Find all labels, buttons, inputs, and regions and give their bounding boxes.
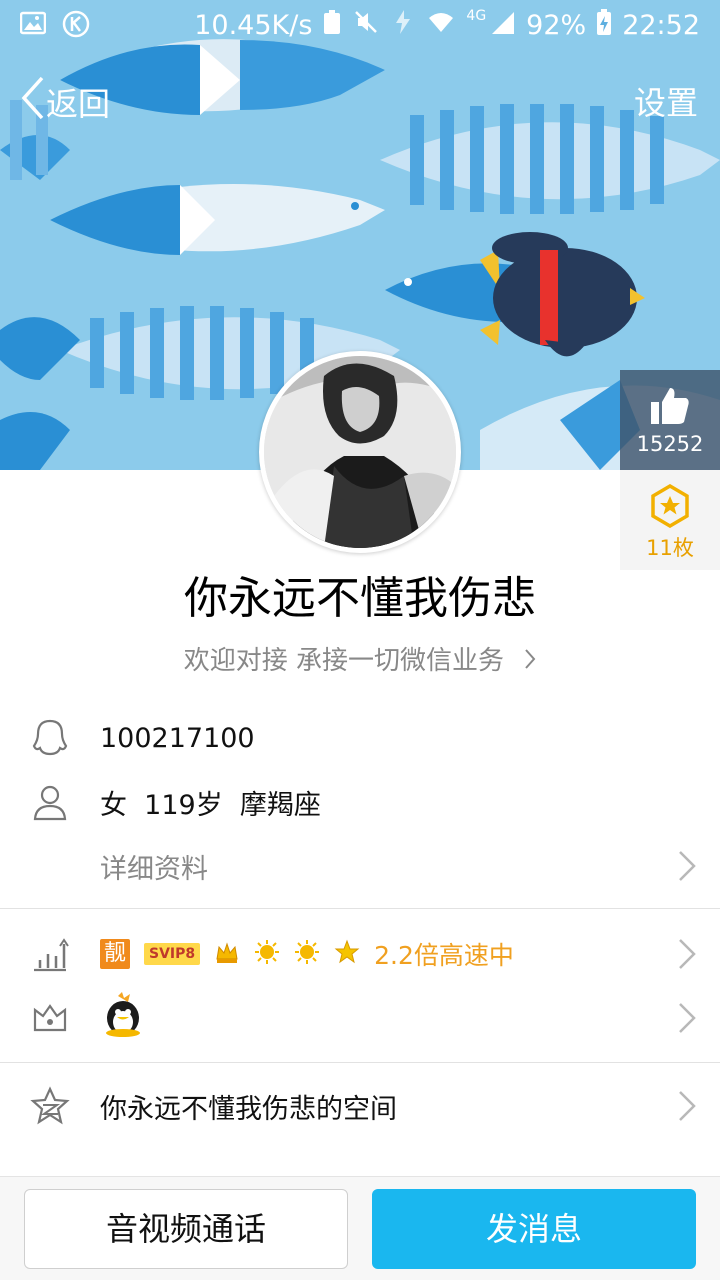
gender-age-sign: 女 119岁 摩羯座 bbox=[100, 789, 321, 821]
chevron-right-icon bbox=[678, 938, 696, 970]
qzone-label: 你永远不懂我伤悲的空间 bbox=[100, 1093, 397, 1125]
data-transfer-icon bbox=[390, 8, 416, 43]
wifi-icon bbox=[426, 8, 456, 43]
chevron-right-icon bbox=[678, 1090, 696, 1122]
back-button[interactable]: 返回 bbox=[18, 76, 110, 128]
liang-badge: 靓 bbox=[100, 939, 130, 969]
gallery-icon bbox=[19, 10, 47, 45]
signal-icon bbox=[490, 8, 516, 43]
sun-level-icon bbox=[294, 939, 320, 969]
qq-number: 100217100 bbox=[100, 722, 255, 754]
qq-number-row: 100217100 bbox=[0, 706, 720, 770]
status-bar: 10.45K/s 4G 92% 22:52 bbox=[0, 0, 720, 50]
chevron-right-icon bbox=[678, 850, 696, 882]
divider bbox=[0, 1062, 720, 1063]
video-call-button[interactable]: 音视频通话 bbox=[24, 1189, 348, 1269]
clock: 22:52 bbox=[622, 10, 700, 41]
medal-star-icon bbox=[650, 483, 690, 532]
avatar[interactable] bbox=[259, 351, 461, 553]
back-label: 返回 bbox=[46, 85, 111, 123]
vip-level-row[interactable]: 靓 SVIP8 2.2倍高速中 bbox=[0, 922, 720, 986]
nickname: 你永远不懂我伤悲 bbox=[184, 573, 536, 624]
crown-outline-icon bbox=[30, 998, 70, 1038]
chevron-left-icon bbox=[18, 76, 46, 128]
k-app-icon bbox=[62, 10, 90, 45]
penguin-pendant-icon bbox=[102, 992, 144, 1042]
battery-charging-icon bbox=[596, 8, 612, 43]
battery-percent: 92% bbox=[526, 10, 587, 41]
like-count: 15252 bbox=[636, 432, 704, 456]
pendant-row[interactable] bbox=[0, 986, 720, 1050]
like-button[interactable]: 15252 bbox=[620, 370, 720, 470]
qzone-row[interactable]: 你永远不懂我伤悲的空间 bbox=[0, 1074, 720, 1138]
chevron-right-icon bbox=[678, 1002, 696, 1034]
medal-button[interactable]: 11枚 bbox=[620, 470, 720, 570]
network-speed: 10.45K/s bbox=[194, 10, 313, 41]
person-icon bbox=[30, 782, 70, 822]
basic-info-row: 女 119岁 摩羯座 bbox=[0, 770, 720, 834]
battery-saver-icon bbox=[322, 8, 342, 43]
star-level-icon bbox=[334, 939, 360, 969]
mute-icon bbox=[352, 8, 380, 43]
detailed-info-label: 详细资料 bbox=[100, 853, 208, 885]
signature-link[interactable]: 欢迎对接 承接一切微信业务 bbox=[0, 640, 720, 677]
sun-level-icon bbox=[254, 939, 280, 969]
settings-button[interactable]: 设置 bbox=[634, 78, 698, 124]
speed-status: 2.2倍高速中 bbox=[374, 941, 514, 970]
thumbs-up-icon bbox=[648, 384, 692, 432]
divider bbox=[0, 908, 720, 909]
penguin-outline-icon bbox=[30, 718, 70, 758]
level-chart-icon bbox=[30, 934, 70, 974]
medal-count: 11枚 bbox=[646, 536, 694, 560]
detailed-info-row[interactable]: 详细资料 bbox=[0, 834, 720, 898]
bottom-action-bar: 音视频通话 发消息 bbox=[0, 1176, 720, 1280]
crown-level-icon bbox=[214, 939, 240, 969]
chevron-right-icon bbox=[524, 647, 536, 677]
send-message-button[interactable]: 发消息 bbox=[372, 1189, 696, 1269]
signature-text: 欢迎对接 承接一切微信业务 bbox=[183, 646, 504, 676]
qzone-star-icon bbox=[30, 1086, 70, 1126]
network-type: 4G bbox=[466, 8, 487, 24]
svip-badge: SVIP8 bbox=[144, 943, 201, 965]
